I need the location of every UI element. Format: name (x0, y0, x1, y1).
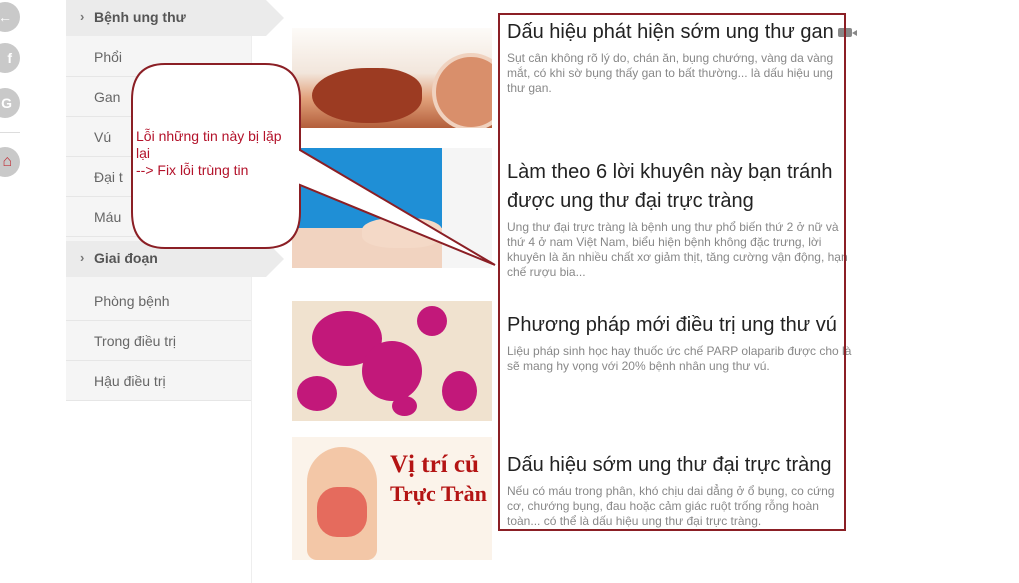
callout-bubble (131, 63, 496, 266)
annotation-text: Lỗi những tin này bị lặp lại --> Fix lỗi… (136, 128, 282, 178)
